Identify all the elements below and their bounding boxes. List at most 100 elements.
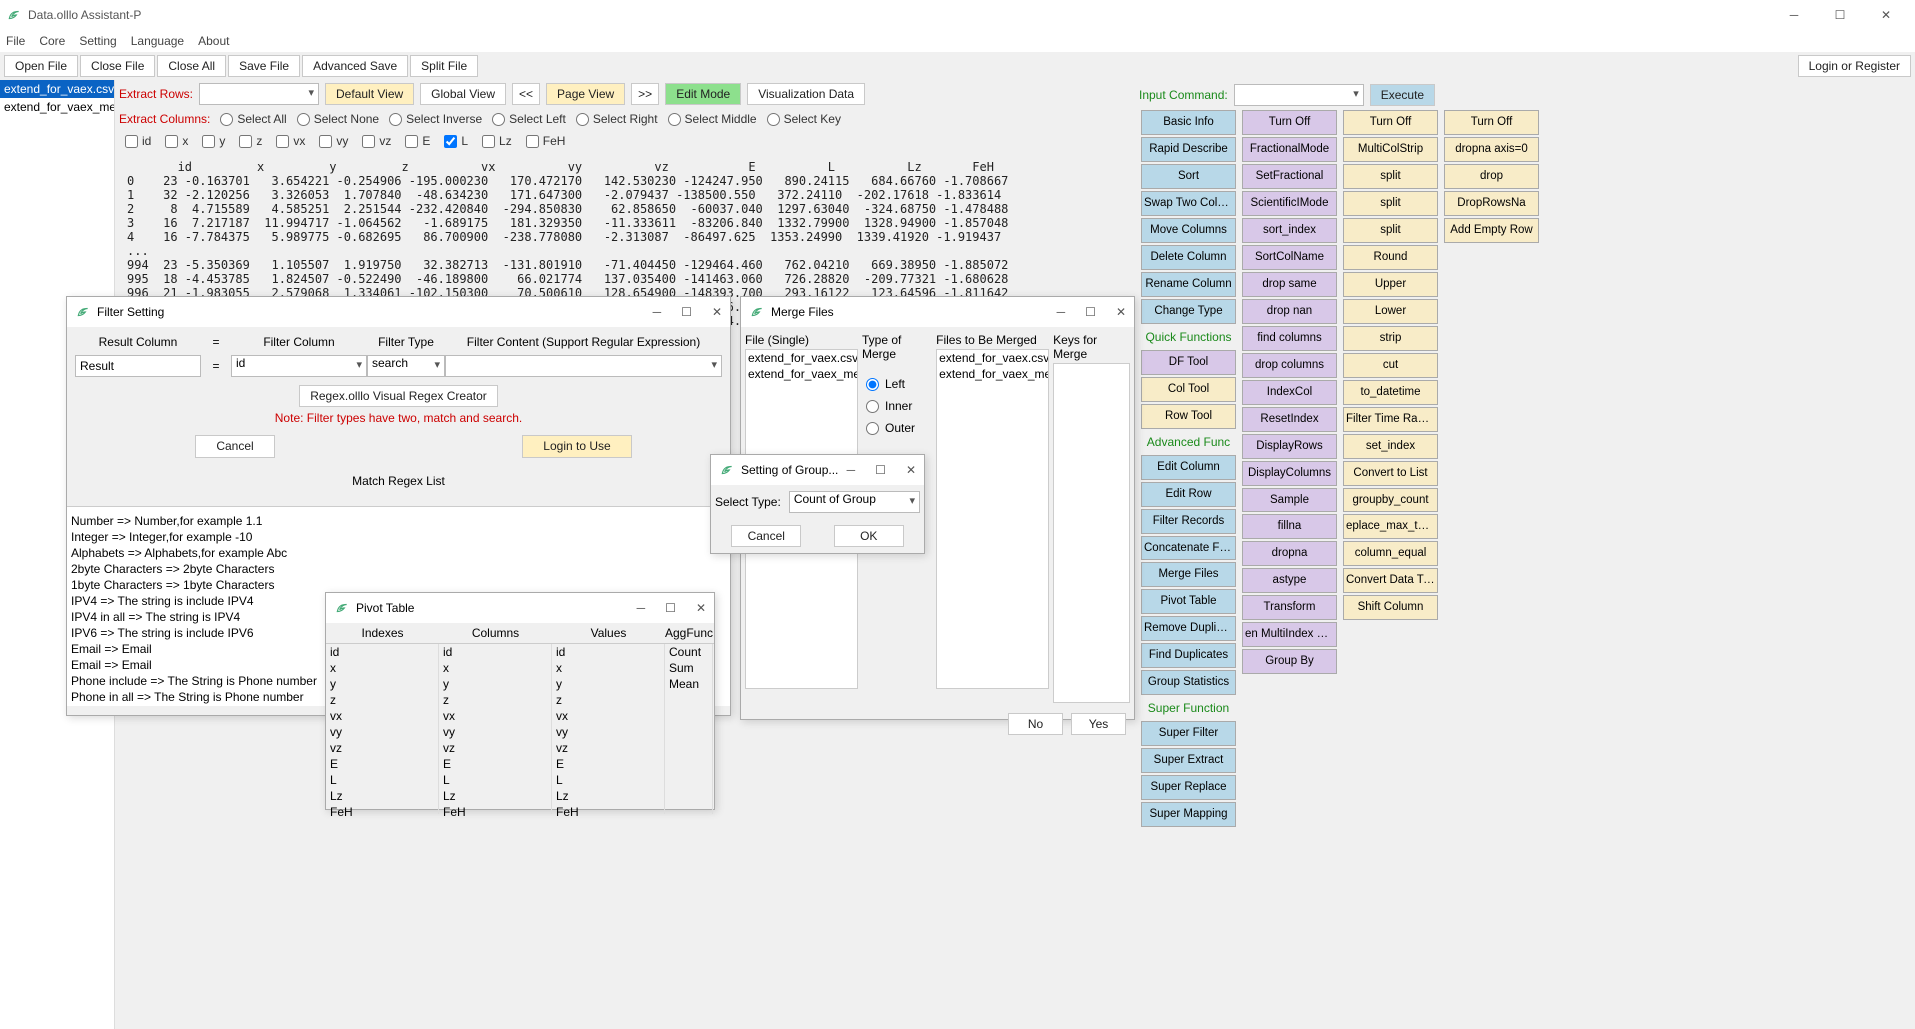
turn-off-b-button[interactable]: Turn Off (1242, 110, 1337, 135)
list-item[interactable]: vx (439, 708, 551, 724)
multiindex-col-button[interactable]: en MultiIndex Colu (1242, 622, 1337, 647)
menu-setting[interactable]: Setting (79, 34, 116, 48)
filter-type-combo[interactable]: search (367, 355, 445, 377)
rapid-describe-button[interactable]: Rapid Describe (1141, 137, 1236, 162)
file-item[interactable]: extend_for_vaex_merge. (0, 98, 114, 116)
list-item[interactable]: vx (552, 708, 664, 724)
set-index-button[interactable]: set_index (1343, 434, 1438, 459)
group-type-combo[interactable]: Count of Group (789, 491, 920, 513)
list-item[interactable]: Lz (326, 788, 438, 804)
regex-item[interactable]: 1byte Characters => 1byte Characters (71, 577, 726, 593)
regex-creator-button[interactable]: Regex.olllo Visual Regex Creator (299, 385, 498, 407)
regex-item[interactable]: Number => Number,for example 1.1 (71, 513, 726, 529)
list-item[interactable]: id (439, 644, 551, 660)
drop-nan-button[interactable]: drop nan (1242, 299, 1337, 324)
col-tool-button[interactable]: Col Tool (1141, 377, 1236, 402)
result-input[interactable] (75, 355, 201, 377)
menu-core[interactable]: Core (39, 34, 65, 48)
default-view-button[interactable]: Default View (325, 83, 414, 105)
edit-row-button[interactable]: Edit Row (1141, 482, 1236, 507)
select-inverse-radio[interactable]: Select Inverse (389, 112, 482, 126)
concatenate-files-button[interactable]: Concatenate Files (1141, 536, 1236, 561)
list-item[interactable]: extend_for_vaex.csv (746, 350, 857, 366)
list-item[interactable]: z (552, 692, 664, 708)
sort-index-button[interactable]: sort_index (1242, 218, 1337, 243)
list-item[interactable]: y (326, 676, 438, 692)
list-item[interactable]: vx (326, 708, 438, 724)
merge-files-tobe-list[interactable]: extend_for_vaex.csv extend_for_vaex_merg… (936, 349, 1049, 689)
dropna-button[interactable]: dropna (1242, 541, 1337, 566)
input-command-combo[interactable] (1234, 84, 1364, 106)
filter-records-button[interactable]: Filter Records (1141, 509, 1236, 534)
list-item[interactable]: E (552, 756, 664, 772)
dialog-close-icon[interactable]: ✕ (1116, 305, 1126, 319)
list-item[interactable]: vz (439, 740, 551, 756)
list-item[interactable]: Lz (552, 788, 664, 804)
sort-button[interactable]: Sort (1141, 164, 1236, 189)
menu-file[interactable]: File (6, 34, 25, 48)
scientific-mode-button[interactable]: ScientificIMode (1242, 191, 1337, 216)
open-file-button[interactable]: Open File (4, 55, 78, 77)
select-all-radio[interactable]: Select All (220, 112, 286, 126)
pivot-values-list[interactable]: id x y z vx vy vz E L Lz FeH (552, 644, 665, 814)
list-item[interactable]: id (552, 644, 664, 660)
col-check-y[interactable]: y (202, 134, 225, 148)
merge-inner-radio[interactable]: Inner (866, 395, 928, 417)
regex-item[interactable]: 2byte Characters => 2byte Characters (71, 561, 726, 577)
col-check-id[interactable]: id (125, 134, 151, 148)
select-none-radio[interactable]: Select None (297, 112, 379, 126)
group-cancel-button[interactable]: Cancel (731, 525, 801, 547)
minimize-button[interactable]: ─ (1771, 0, 1817, 30)
list-item[interactable]: E (439, 756, 551, 772)
maximize-button[interactable]: ☐ (1817, 0, 1863, 30)
drop-button[interactable]: drop (1444, 164, 1539, 189)
replace-max-zero-button[interactable]: eplace_max_to_zero (1343, 514, 1438, 539)
dialog-maximize-icon[interactable]: ☐ (681, 305, 692, 319)
col-check-vz[interactable]: vz (362, 134, 391, 148)
col-check-x[interactable]: x (165, 134, 188, 148)
merge-keys-list[interactable] (1053, 363, 1130, 703)
execute-button[interactable]: Execute (1370, 84, 1435, 106)
file-item[interactable]: extend_for_vaex.csv (0, 80, 114, 98)
drop-rows-na-button[interactable]: DropRowsNa (1444, 191, 1539, 216)
delete-column-button[interactable]: Delete Column (1141, 245, 1236, 270)
visualization-button[interactable]: Visualization Data (747, 83, 865, 105)
list-item[interactable]: L (326, 772, 438, 788)
change-type-button[interactable]: Change Type (1141, 299, 1236, 324)
dialog-close-icon[interactable]: ✕ (696, 601, 706, 615)
list-item[interactable]: vy (326, 724, 438, 740)
extract-rows-combo[interactable] (199, 83, 319, 105)
df-tool-button[interactable]: DF Tool (1141, 350, 1236, 375)
group-statistics-button[interactable]: Group Statistics (1141, 670, 1236, 695)
dialog-close-icon[interactable]: ✕ (712, 305, 722, 319)
merge-left-radio[interactable]: Left (866, 373, 928, 395)
select-left-radio[interactable]: Select Left (492, 112, 566, 126)
global-view-button[interactable]: Global View (420, 83, 506, 105)
merge-outer-radio[interactable]: Outer (866, 417, 928, 439)
advanced-save-button[interactable]: Advanced Save (302, 55, 408, 77)
column-equal-button[interactable]: column_equal (1343, 541, 1438, 566)
regex-item[interactable]: Alphabets => Alphabets,for example Abc (71, 545, 726, 561)
list-item[interactable]: FeH (326, 804, 438, 820)
menu-about[interactable]: About (198, 34, 229, 48)
shift-column-button[interactable]: Shift Column (1343, 595, 1438, 620)
dialog-maximize-icon[interactable]: ☐ (665, 601, 676, 615)
groupby-count-button[interactable]: groupby_count (1343, 488, 1438, 513)
list-item[interactable]: z (439, 692, 551, 708)
pivot-indexes-list[interactable]: id x y z vx vy vz E L Lz FeH (326, 644, 439, 814)
sort-colname-button[interactable]: SortColName (1242, 245, 1337, 270)
super-replace-button[interactable]: Super Replace (1141, 775, 1236, 800)
menu-language[interactable]: Language (131, 34, 184, 48)
list-item[interactable]: Mean (665, 676, 712, 692)
pivot-agg-list[interactable]: Count Sum Mean (665, 644, 713, 814)
split-file-button[interactable]: Split File (410, 55, 478, 77)
swap-columns-button[interactable]: Swap Two Columns (1141, 191, 1236, 216)
dropna-axis0-button[interactable]: dropna axis=0 (1444, 137, 1539, 162)
list-item[interactable]: FeH (439, 804, 551, 820)
add-empty-row-button[interactable]: Add Empty Row (1444, 218, 1539, 243)
filter-time-range-button[interactable]: Filter Time Range (1343, 407, 1438, 432)
list-item[interactable]: y (439, 676, 551, 692)
find-columns-button[interactable]: find columns (1242, 326, 1337, 351)
prev-page-button[interactable]: << (512, 83, 540, 105)
list-item[interactable]: Count (665, 644, 712, 660)
